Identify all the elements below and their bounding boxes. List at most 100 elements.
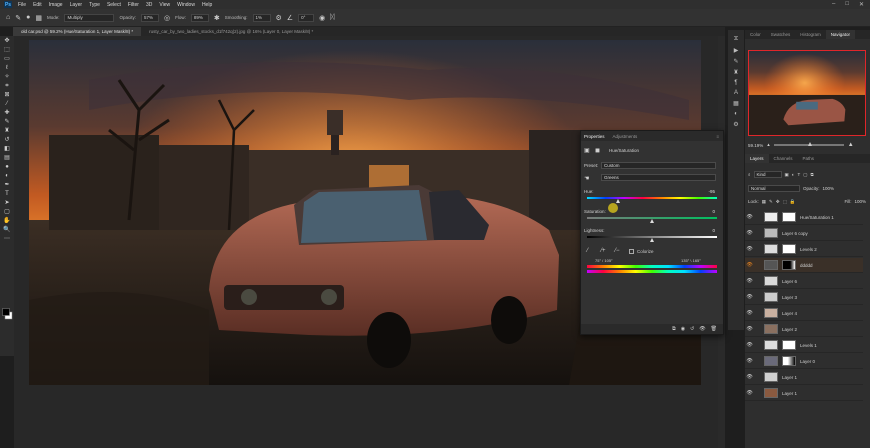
layer-name[interactable]: Layer 1	[782, 375, 797, 380]
layer-row[interactable]: 👁 Layer 0	[745, 354, 863, 369]
more-tools-icon[interactable]: ⋯	[4, 236, 10, 242]
layer-row[interactable]: 👁 Layer 1	[745, 370, 863, 385]
smoothing-field[interactable]: 1%	[252, 13, 271, 22]
frame-tool-icon[interactable]: ⊠	[4, 92, 9, 98]
channel-select[interactable]: Greens	[601, 174, 716, 181]
preset-select[interactable]: Custom	[601, 162, 716, 169]
panel-menu-icon[interactable]: ≡	[716, 134, 723, 139]
layer-name[interactable]: Layer 6 copy	[782, 231, 808, 236]
lock-paint-icon[interactable]: ✎	[769, 199, 773, 205]
layer-name[interactable]: Hue/Saturation 1	[800, 215, 834, 220]
tab-channels[interactable]: Channels	[769, 156, 798, 161]
gradient-tool-icon[interactable]: ▤	[4, 155, 10, 161]
layer-name[interactable]: Levels 1	[800, 343, 817, 348]
menu-select[interactable]: Select	[107, 2, 121, 8]
quick-select-tool-icon[interactable]: ✧	[4, 74, 9, 80]
healing-tool-icon[interactable]: ✚	[4, 110, 9, 116]
brush-settings-icon[interactable]: ▦	[35, 14, 42, 22]
eye-icon[interactable]: 👁	[745, 230, 754, 236]
layer-row[interactable]: 👁 Layer 6	[745, 274, 863, 289]
saturation-value[interactable]: 0	[712, 209, 715, 214]
history-icon[interactable]: ⧖	[734, 36, 738, 43]
filter-smart-icon[interactable]: ⧉	[811, 172, 814, 177]
eye-icon[interactable]: 👁	[745, 294, 754, 300]
lock-artboard-icon[interactable]: ⬚	[783, 199, 787, 205]
tab-color[interactable]: Color	[745, 32, 766, 37]
filter-pixel-icon[interactable]: ▣	[785, 172, 789, 178]
adjustments-icon[interactable]: ◐	[734, 111, 738, 117]
hand-tool-icon[interactable]: ✋	[3, 218, 10, 224]
filter-shape-icon[interactable]: ▢	[803, 172, 807, 178]
actions-icon[interactable]: ▶	[734, 47, 739, 54]
angle-field[interactable]: 0°	[298, 13, 315, 22]
hand-adjust-icon[interactable]: ☚	[584, 175, 589, 182]
minimize-icon[interactable]: –	[832, 1, 835, 8]
clone-source-icon[interactable]: ♜	[733, 69, 738, 76]
layer-row[interactable]: 👁 Levels 2	[745, 242, 863, 257]
menu-help[interactable]: Help	[202, 2, 212, 8]
hue-value[interactable]: -95	[708, 189, 715, 194]
menu-image[interactable]: Image	[49, 2, 63, 8]
menu-3d[interactable]: 3D	[146, 2, 152, 8]
zoom-out-icon[interactable]: ▴	[767, 142, 770, 148]
brush-size-icon[interactable]: ●	[26, 14, 30, 21]
layer-row[interactable]: 👁 Hue/Saturation 1	[745, 210, 863, 225]
hue-slider-handle[interactable]	[615, 199, 620, 203]
mask-icon[interactable]: ◼	[595, 147, 600, 154]
crop-tool-icon[interactable]: ⌗	[5, 83, 8, 89]
eye-icon[interactable]: 👁	[745, 262, 754, 268]
character-icon[interactable]: A	[734, 90, 738, 96]
navigator-thumbnail[interactable]	[748, 50, 866, 136]
layer-opacity-value[interactable]: 100%	[823, 186, 835, 191]
menu-type[interactable]: Type	[89, 2, 100, 8]
brushes-icon[interactable]: ✎	[733, 58, 738, 65]
navigator-zoom-handle[interactable]	[807, 142, 812, 146]
brush-tool-icon-side[interactable]: ✎	[4, 119, 9, 125]
layer-name[interactable]: Layer 2	[782, 327, 797, 332]
brush-tool-icon[interactable]: ✎	[15, 14, 21, 22]
hue-slider-track[interactable]	[587, 197, 717, 199]
layer-name[interactable]: Layer 3	[782, 295, 797, 300]
saturation-slider-handle[interactable]	[650, 219, 654, 223]
layer-name[interactable]: Levels 2	[800, 247, 817, 252]
home-icon[interactable]: ⌂	[6, 14, 10, 21]
layer-row[interactable]: 👁 ddddd	[745, 258, 863, 273]
menu-file[interactable]: File	[18, 2, 26, 8]
eyedropper-tool-icon[interactable]: ⁄	[6, 101, 7, 107]
symmetry-icon[interactable]: ᛞ	[330, 14, 334, 21]
tab-rusty-car[interactable]: rusty_car_by_two_ladies_stocks_d1f742q(2…	[141, 27, 321, 36]
menu-view[interactable]: View	[159, 2, 170, 8]
fill-value[interactable]: 100%	[854, 199, 866, 204]
history-brush-tool-icon[interactable]: ↺	[4, 137, 9, 143]
zoom-in-icon[interactable]: ▲	[848, 142, 854, 148]
lock-pixels-icon[interactable]: ▦	[762, 199, 766, 205]
tab-adjustments[interactable]: Adjustments	[613, 134, 638, 139]
colorize-checkbox[interactable]	[629, 249, 634, 254]
layer-mask-thumb[interactable]	[782, 244, 796, 254]
eye-icon[interactable]: 👁	[745, 342, 754, 348]
eye-icon[interactable]: 👁	[745, 246, 754, 252]
lightness-slider-handle[interactable]	[650, 238, 654, 242]
marquee-tool-icon[interactable]: ▭	[4, 56, 10, 62]
blur-tool-icon[interactable]: ●	[5, 164, 9, 170]
artboard-tool-icon[interactable]: ⬚	[4, 47, 10, 53]
layer-row[interactable]: 👁 Layer 2	[745, 322, 863, 337]
layer-name[interactable]: Layer 4	[782, 311, 797, 316]
properties-icon[interactable]: ⚙	[733, 121, 738, 128]
eye-icon[interactable]: 👁	[745, 310, 754, 316]
pen-tool-icon[interactable]: ✒	[4, 182, 9, 188]
clone-stamp-tool-icon[interactable]: ♜	[4, 128, 9, 134]
layer-name[interactable]: ddddd	[800, 263, 813, 268]
tab-navigator[interactable]: Navigator	[825, 30, 856, 39]
eye-icon[interactable]: 👁	[745, 358, 754, 364]
reset-icon[interactable]: ↺	[690, 326, 694, 332]
dodge-tool-icon[interactable]: ◐	[5, 173, 9, 179]
layer-row[interactable]: 👁 Layer 1	[745, 386, 863, 401]
tab-histogram[interactable]: Histogram	[795, 32, 826, 37]
tab-old-car[interactable]: old car.psd @ 59.2% (Hue/Saturation 1, L…	[13, 27, 142, 36]
maximize-icon[interactable]: □	[845, 1, 849, 8]
path-selection-tool-icon[interactable]: ➤	[4, 200, 9, 206]
visibility-eye-icon[interactable]: 👁	[699, 326, 705, 332]
airbrush-icon[interactable]: ✱	[214, 14, 220, 22]
eye-icon[interactable]: 👁	[745, 278, 754, 284]
